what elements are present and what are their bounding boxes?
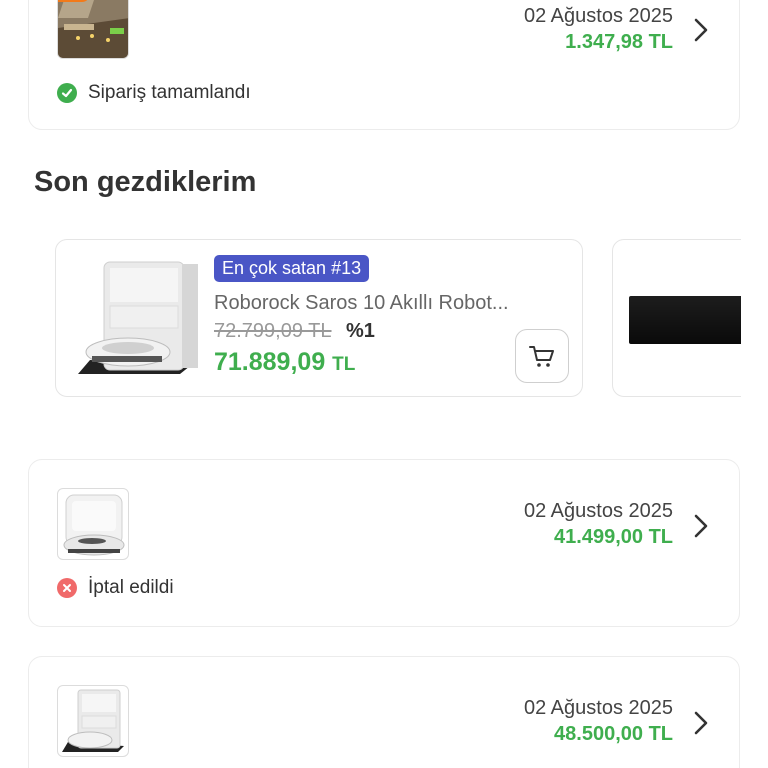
order-status: Sipariş tamamlandı [57, 81, 251, 105]
product-card[interactable] [612, 239, 741, 397]
product-thumbnail: x2 [57, 0, 129, 59]
order-date: 02 Ağustos 2025 [523, 697, 673, 719]
order-card[interactable]: 02 Ağustos 2025 48.500,00 TL [28, 656, 740, 768]
product-thumbnail [57, 685, 129, 757]
order-status-label: Sipariş tamamlandı [88, 82, 251, 103]
order-card[interactable]: x2 02 Ağustos 2025 1.347,98 TL Sipariş t… [28, 0, 740, 130]
cross-icon [57, 578, 77, 598]
order-date: 02 Ağustos 2025 [523, 500, 673, 522]
product-image [63, 494, 125, 556]
order-amount: 1.347,98 TL [565, 31, 673, 53]
recently-viewed-carousel[interactable]: En çok satan #13 Roborock Saros 10 Akıll… [0, 230, 741, 410]
section-title: Son gezdiklerim [34, 166, 257, 198]
discount-rate: %1 [346, 320, 375, 342]
add-to-cart-button[interactable] [515, 329, 569, 383]
orders-page: x2 02 Ağustos 2025 1.347,98 TL Sipariş t… [0, 0, 768, 768]
chevron-right-icon[interactable] [693, 710, 709, 736]
product-image [78, 261, 198, 374]
order-status-label: İptal edildi [88, 577, 174, 598]
chevron-right-icon[interactable] [693, 17, 709, 43]
chevron-right-icon[interactable] [693, 513, 709, 539]
price-currency: TL [332, 354, 356, 375]
cart-icon [529, 346, 554, 367]
order-status: İptal edildi [57, 576, 174, 600]
order-date: 02 Ağustos 2025 [523, 5, 673, 27]
product-image [62, 689, 124, 752]
product-image [629, 296, 741, 344]
order-amount: 41.499,00 TL [554, 526, 673, 548]
check-icon [57, 83, 77, 103]
bestseller-badge: En çok satan #13 [214, 255, 370, 282]
price-value: 71.889,09 [214, 348, 326, 376]
order-amount: 48.500,00 TL [554, 723, 673, 745]
product-card[interactable]: En çok satan #13 Roborock Saros 10 Akıll… [55, 239, 583, 397]
current-price: 71.889,09 TL [214, 348, 355, 377]
product-thumbnail [57, 488, 129, 560]
product-name[interactable]: Roborock Saros 10 Akıllı Robot... [214, 292, 550, 315]
order-card[interactable]: 02 Ağustos 2025 41.499,00 TL İptal edild… [28, 459, 740, 627]
old-price: 72.799,09 TL [214, 320, 332, 342]
product-image [58, 0, 128, 58]
